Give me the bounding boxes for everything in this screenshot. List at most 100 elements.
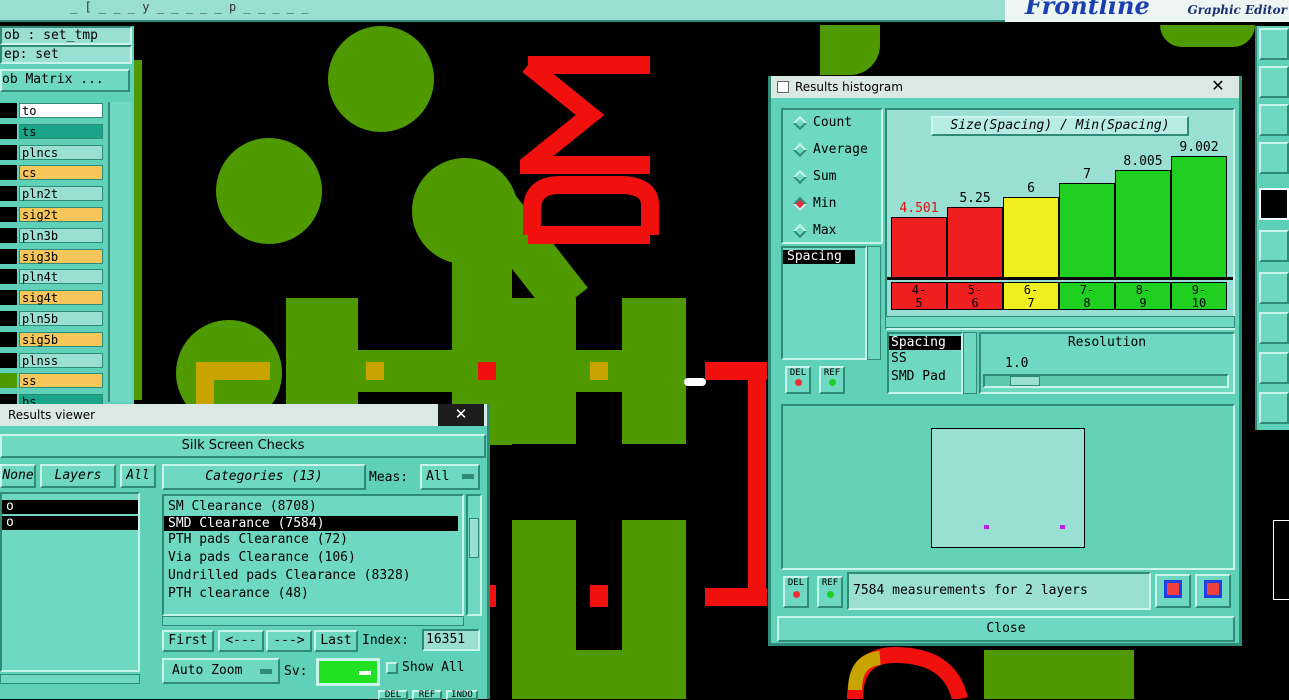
pad-tool-icon[interactable]	[1259, 312, 1289, 344]
results-viewer-titlebar[interactable]: Results viewer	[0, 404, 487, 426]
warning-tool-icon[interactable]	[1259, 352, 1289, 384]
category-item[interactable]: SM Clearance (8708)	[164, 498, 462, 516]
categories-hscroll[interactable]	[162, 616, 464, 626]
mini-map[interactable]	[1273, 520, 1289, 600]
status-ref-button[interactable]: REF	[817, 576, 843, 608]
select-box-icon[interactable]	[1259, 188, 1289, 220]
measure-list-scroll[interactable]	[963, 332, 977, 394]
histogram-close-button[interactable]: Close	[777, 616, 1235, 642]
layer-swatch[interactable]	[0, 207, 17, 222]
layer-name[interactable]: pln5b	[19, 311, 103, 326]
category-item[interactable]: SMD Clearance (7584)	[164, 516, 458, 531]
radio-diamond-icon[interactable]	[792, 115, 808, 131]
layer-swatch[interactable]	[0, 165, 17, 181]
layer-swatch[interactable]	[0, 123, 17, 139]
edit-tool-icon[interactable]	[1259, 142, 1289, 174]
export-icon-button[interactable]	[1155, 574, 1191, 608]
mode-radio-sum[interactable]: Sum	[787, 166, 873, 188]
layer-swatch[interactable]	[0, 331, 17, 347]
mode-radio-count[interactable]: Count	[787, 112, 873, 134]
layer-name[interactable]: sig3b	[19, 248, 103, 264]
resolution-slider[interactable]	[983, 374, 1229, 388]
index-field[interactable]: 16351	[422, 629, 480, 651]
status-del-button[interactable]: DEL	[783, 576, 809, 608]
layer-list-hscroll[interactable]	[0, 674, 140, 684]
radio-diamond-icon[interactable]	[792, 169, 808, 185]
histogram-ref-button[interactable]: REF	[819, 366, 845, 394]
layer-swatch[interactable]	[0, 352, 17, 368]
radio-diamond-icon[interactable]	[792, 142, 808, 158]
layer-name[interactable]: ss	[19, 373, 103, 389]
category-item[interactable]: Via pads Clearance (106)	[164, 549, 462, 567]
layer-swatch[interactable]	[0, 248, 17, 264]
histogram-del-button[interactable]: DEL	[785, 366, 811, 394]
layer-name[interactable]: ts	[19, 123, 103, 139]
job-matrix-button[interactable]: ob Matrix ...	[0, 69, 130, 92]
meas-dropdown[interactable]: All	[420, 464, 480, 490]
layer-name[interactable]: pln4t	[19, 269, 103, 285]
category-item[interactable]: PTH clearance (48)	[164, 585, 462, 603]
layer-name[interactable]: sig5b	[19, 331, 103, 347]
mode-radio-max[interactable]: Max	[787, 220, 873, 242]
prev-button[interactable]: <---	[218, 630, 264, 652]
list-item[interactable]: o	[2, 500, 138, 514]
measure-type-scroll[interactable]	[867, 246, 881, 360]
next-button[interactable]: --->	[266, 630, 312, 652]
resize-tool-icon[interactable]	[1259, 104, 1289, 136]
layer-swatch[interactable]	[0, 103, 17, 118]
mode-radio-average[interactable]: Average	[787, 139, 873, 161]
measure-list[interactable]: Spacing SS SMD Pad	[887, 332, 963, 394]
all-layers-button[interactable]: All	[120, 464, 156, 488]
resolution-slider-thumb[interactable]	[1010, 376, 1041, 386]
none-button[interactable]: None	[0, 464, 36, 488]
measure-tool-icon[interactable]	[1259, 272, 1289, 304]
list-item[interactable]: SMD Pad	[889, 368, 961, 386]
layer-list-scrollbar[interactable]	[108, 102, 132, 402]
layer-name[interactable]: pln3b	[19, 227, 103, 243]
radio-diamond-icon[interactable]	[792, 223, 808, 239]
import-icon-button[interactable]	[1195, 574, 1231, 608]
list-item[interactable]: Spacing	[783, 250, 855, 264]
measure-type-list[interactable]: Spacing	[781, 246, 867, 360]
categories-vscroll[interactable]	[466, 494, 482, 616]
first-button[interactable]: First	[162, 630, 214, 652]
histogram-hscroll[interactable]	[885, 316, 1235, 328]
categories-list[interactable]: SM Clearance (8708) SMD Clearance (7584) P…	[162, 494, 464, 616]
layers-button[interactable]: Layers	[40, 464, 116, 488]
copy-tool-icon[interactable]	[1259, 28, 1289, 60]
layer-swatch[interactable]	[0, 269, 17, 285]
radio-diamond-icon[interactable]	[792, 196, 808, 212]
list-item[interactable]: o	[2, 516, 138, 530]
move-tool-icon[interactable]	[1259, 66, 1289, 98]
category-item[interactable]: PTH pads Clearance (72)	[164, 531, 462, 549]
layer-swatch[interactable]	[0, 144, 17, 160]
layer-swatch[interactable]	[0, 373, 17, 389]
layer-name[interactable]: to	[19, 103, 103, 118]
layer-swatch[interactable]	[0, 227, 17, 243]
sv-color-dropdown[interactable]	[316, 658, 380, 686]
last-button[interactable]: Last	[314, 630, 358, 652]
results-viewer-close-button[interactable]: ✕	[438, 404, 484, 426]
layer-name[interactable]: pln2t	[19, 186, 103, 202]
layer-swatch[interactable]	[0, 186, 17, 202]
histogram-window: Results histogram ✕ Count Average Sum Min Ma…	[768, 76, 1242, 646]
mode-radio-min[interactable]: Min	[787, 193, 873, 215]
auto-zoom-dropdown[interactable]: Auto Zoom	[162, 658, 280, 684]
list-item[interactable]: Spacing	[889, 336, 961, 350]
layer-name[interactable]: sig4t	[19, 290, 103, 306]
show-all-checkbox[interactable]	[386, 662, 398, 674]
categories-button[interactable]: Categories (13)	[162, 464, 366, 490]
histogram-close-icon-button[interactable]: ✕	[1195, 76, 1241, 98]
results-layer-list[interactable]: o o	[0, 492, 140, 672]
category-item[interactable]: Undrilled pads Clearance (8328)	[164, 567, 462, 585]
net-tool-icon[interactable]	[1259, 230, 1289, 262]
list-item[interactable]: SS	[889, 350, 961, 368]
layer-swatch[interactable]	[0, 311, 17, 326]
pointer-tool-icon[interactable]	[1259, 392, 1289, 424]
histogram-titlebar[interactable]: Results histogram	[771, 76, 1239, 98]
layer-name[interactable]: sig2t	[19, 207, 103, 222]
layer-swatch[interactable]	[0, 290, 17, 306]
layer-name[interactable]: plncs	[19, 144, 103, 160]
layer-name[interactable]: plnss	[19, 352, 103, 368]
layer-name[interactable]: cs	[19, 165, 103, 181]
